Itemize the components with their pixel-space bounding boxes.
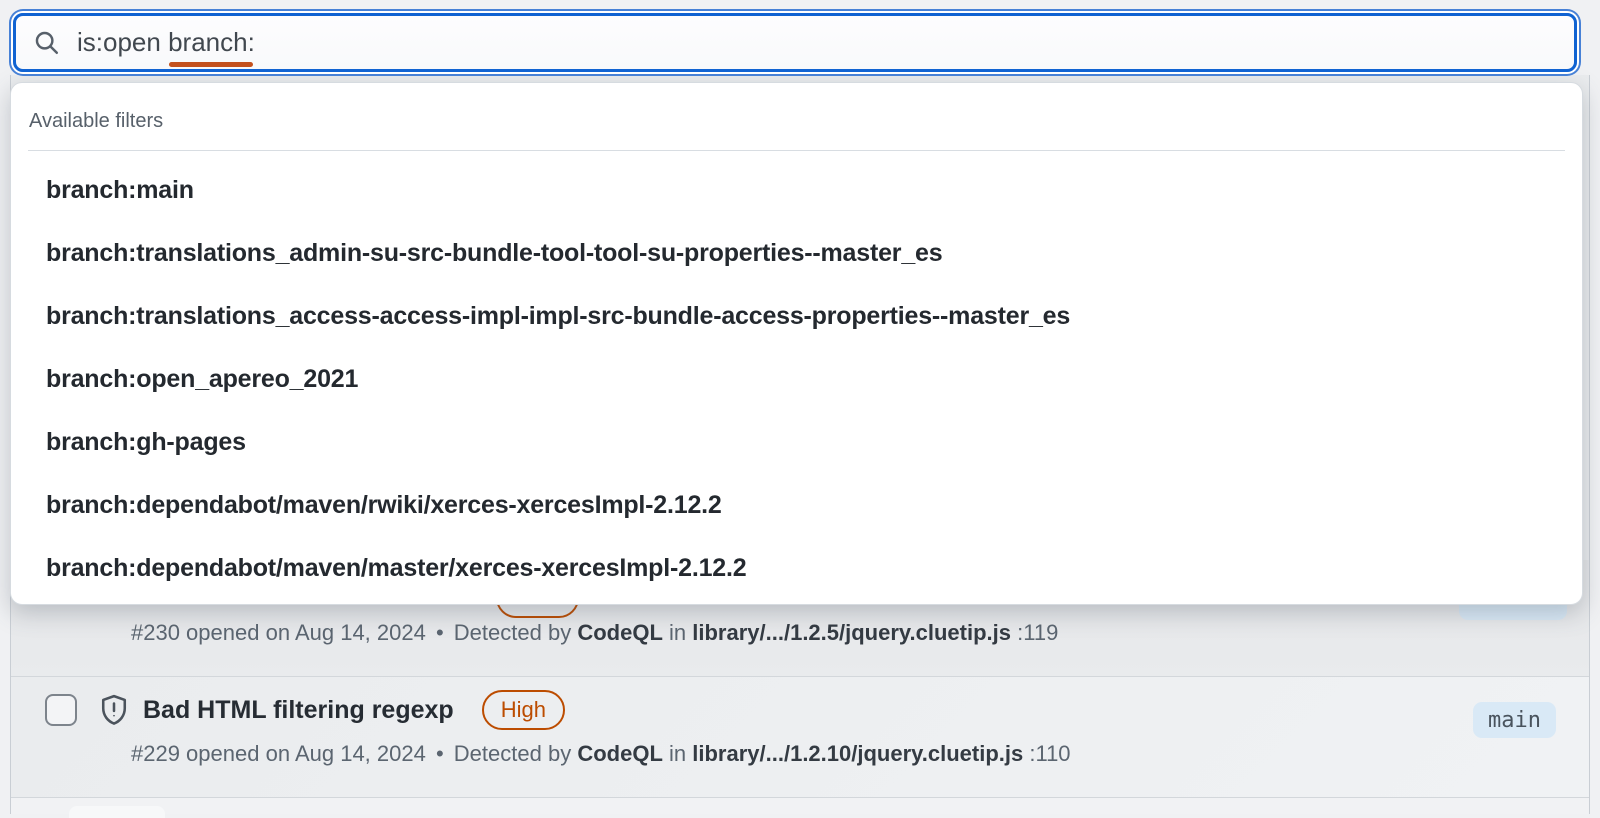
next-row-hint — [69, 806, 165, 818]
search-icon — [32, 28, 62, 58]
search-input[interactable]: is:open branch: — [13, 13, 1577, 72]
suggestion-branch-gh-pages[interactable]: branch:gh-pages — [11, 411, 1582, 474]
line-number: :119 — [1017, 620, 1059, 645]
available-filters-header: Available filters — [29, 110, 164, 132]
tool-name: CodeQL — [577, 741, 663, 766]
alert-230-meta: #230 opened on Aug 14, 2024 • Detected b… — [131, 618, 1449, 648]
suggestion-branch-dependabot-rwiki[interactable]: branch:dependabot/maven/rwiki/xerces-xer… — [11, 474, 1582, 537]
code-scanning-alerts-page: #230 opened on Aug 14, 2024 • Detected b… — [0, 0, 1600, 818]
line-number: :110 — [1029, 741, 1071, 766]
suggestion-branch-main[interactable]: branch:main — [11, 159, 1582, 222]
alert-229-meta: #229 opened on Aug 14, 2024 • Detected b… — [131, 739, 1449, 769]
filter-suggestions-list: branch:main branch:translations_admin-su… — [11, 151, 1582, 600]
alert-row-229: Bad HTML filtering regexp High main #229… — [11, 677, 1589, 798]
branch-badge-main[interactable]: main — [1473, 702, 1556, 738]
detected-by-label: Detected by — [453, 620, 572, 645]
shield-alert-icon — [97, 691, 131, 729]
dot-separator: • — [435, 741, 444, 766]
alert-number: #230 opened on Aug 14, 2024 — [131, 620, 426, 645]
tool-name: CodeQL — [577, 620, 663, 645]
severity-badge-high: High — [481, 690, 565, 730]
suggestion-branch-translations-access[interactable]: branch:translations_access-access-impl-i… — [11, 285, 1582, 348]
filter-suggestions-dropdown: Available filters branch:main branch:tra… — [10, 82, 1583, 605]
alert-number: #229 opened on Aug 14, 2024 — [131, 741, 426, 766]
alert-row-next-partial — [11, 798, 1589, 818]
detected-by-label: Detected by — [453, 741, 572, 766]
alert-title-link[interactable]: Bad HTML filtering regexp — [143, 691, 454, 729]
suggestion-branch-translations-admin[interactable]: branch:translations_admin-su-src-bundle-… — [11, 222, 1582, 285]
query-token-branch-active: branch: — [168, 27, 255, 67]
dot-separator: • — [435, 620, 444, 645]
file-path[interactable]: library/.../1.2.5/jquery.cluetip.js — [692, 620, 1011, 645]
suggestion-branch-open-apereo[interactable]: branch:open_apereo_2021 — [11, 348, 1582, 411]
search-query-text: is:open branch: — [77, 27, 255, 67]
in-label: in — [669, 741, 687, 766]
file-path[interactable]: library/.../1.2.10/jquery.cluetip.js — [692, 741, 1023, 766]
alert-checkbox[interactable] — [45, 694, 77, 726]
suggestion-branch-dependabot-master[interactable]: branch:dependabot/maven/master/xerces-xe… — [11, 537, 1582, 600]
query-token-is-open: is:open — [77, 27, 169, 57]
in-label: in — [669, 620, 687, 645]
